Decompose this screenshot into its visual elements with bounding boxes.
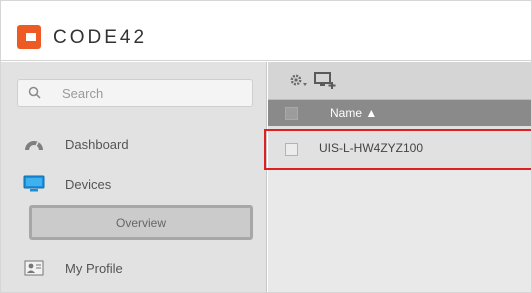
monitor-icon <box>23 175 45 193</box>
gear-menu-icon[interactable] <box>288 72 310 93</box>
sidebar-item-dashboard[interactable]: Dashboard <box>23 132 129 156</box>
column-header-name[interactable]: Name ▲ <box>330 106 377 120</box>
sidebar-item-label: My Profile <box>65 260 123 276</box>
sidebar-item-label: Devices <box>65 176 112 192</box>
sidebar-item-my-profile[interactable]: My Profile <box>23 256 123 280</box>
select-all-checkbox[interactable] <box>285 107 298 120</box>
code42-logo-icon <box>17 25 41 49</box>
sidebar-item-label: Dashboard <box>65 136 129 152</box>
device-name[interactable]: UIS-L-HW4ZYZ100 <box>319 141 423 155</box>
search-input[interactable] <box>62 84 242 102</box>
table-row[interactable]: UIS-L-HW4ZYZ100 <box>268 126 531 170</box>
toolbar <box>268 62 531 100</box>
search-icon <box>28 86 42 100</box>
sidebar-item-overview[interactable]: Overview <box>29 205 253 240</box>
app-window: CODE42 Dashboard <box>0 0 532 293</box>
sidebar: Dashboard Devices Overview <box>1 62 267 292</box>
app-header: CODE42 <box>1 1 531 61</box>
search-box[interactable] <box>17 79 253 107</box>
profile-card-icon <box>23 259 45 277</box>
add-device-icon[interactable] <box>314 72 336 95</box>
row-checkbox[interactable] <box>285 143 298 156</box>
devices-panel: Name ▲ UIS-L-HW4ZYZ100 <box>268 62 531 292</box>
dashboard-icon <box>23 135 45 153</box>
table-header: Name ▲ <box>268 100 531 126</box>
sidebar-item-label: Overview <box>115 215 166 230</box>
logo-text: CODE42 <box>53 27 148 48</box>
sidebar-item-devices[interactable]: Devices <box>23 172 111 196</box>
